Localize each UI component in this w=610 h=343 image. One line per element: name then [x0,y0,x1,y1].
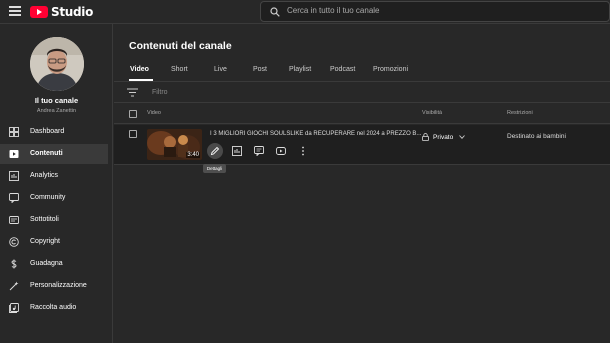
sidebar-item-label: Sottotitoli [30,216,59,223]
search-placeholder: Cerca in tutto il tuo canale [287,6,380,15]
sidebar-item-analytics[interactable]: Analytics [0,166,108,186]
youtube-icon[interactable] [276,146,286,156]
community-icon [9,193,19,203]
sidebar-item-label: Personalizzazione [30,282,87,289]
sidebar-item-sottotitoli[interactable]: Sottotitoli [0,210,108,230]
sidebar-item-community[interactable]: Community [0,188,108,208]
sidebar-item-label: Analytics [30,172,59,179]
visibility-value: Privato [433,133,454,141]
row-checkbox[interactable] [129,130,137,138]
audio-library-icon [9,303,19,313]
search-icon [270,7,280,17]
tab-video[interactable]: Video [130,66,149,73]
sidebar-item-label: Copyright [30,238,60,245]
visibility-dropdown[interactable]: Privato [422,133,466,141]
logo-text: Studio [51,5,94,19]
page-title: Contenuti del canale [129,40,232,52]
video-thumbnail[interactable]: 3:40 [147,129,202,160]
sidebar-item-label: Contenuti [30,150,63,157]
restrictions-value: Destinato ai bambini [507,133,566,140]
more-icon[interactable] [298,146,308,156]
sidebar-item-guadagna[interactable]: Guadagna [0,254,108,274]
sidebar: Il tuo canale Andrea Zanettin Dashboard … [0,24,113,343]
channel-owner: Andrea Zanettin [36,108,77,114]
filter-input[interactable]: Filtro [152,89,168,96]
video-title[interactable]: I 3 MIGLIORI GIOCHI SOULSLIKE da RECUPER… [210,131,421,137]
subtitles-icon [9,216,19,224]
select-all-checkbox[interactable] [129,110,137,118]
tab-short[interactable]: Short [171,66,188,73]
table-row[interactable]: 3:40 I 3 MIGLIORI GIOCHI SOULSLIKE da RE… [114,125,610,165]
main-content: Contenuti del canale Video Short Live Po… [114,24,610,343]
sidebar-item-label: Raccolta audio [30,304,77,311]
copyright-icon [9,237,19,247]
top-bar: Studio Cerca in tutto il tuo canale [0,0,610,24]
avatar[interactable] [30,37,84,91]
comments-icon[interactable] [254,146,264,156]
lock-icon [422,133,429,141]
pencil-icon [210,146,220,156]
filter-icon [127,88,138,97]
tab-playlist[interactable]: Playlist [289,66,311,73]
filter-bar[interactable]: Filtro [114,82,610,103]
sidebar-item-label: Guadagna [30,260,63,267]
tab-post[interactable]: Post [253,66,267,73]
channel-name: Il tuo canale [34,96,79,105]
magic-wand-icon [9,281,19,291]
column-header-video[interactable]: Video [147,110,161,116]
sidebar-item-dashboard[interactable]: Dashboard [0,122,108,142]
details-button[interactable] [207,143,223,159]
details-tooltip: Dettagli [203,164,226,173]
sidebar-item-copyright[interactable]: Copyright [0,232,108,252]
sidebar-item-label: Dashboard [30,128,65,135]
content-icon [9,150,19,158]
search-input[interactable]: Cerca in tutto il tuo canale [260,1,610,22]
chevron-down-icon [459,135,466,139]
tab-promozioni[interactable]: Promozioni [373,66,408,73]
dashboard-icon [9,127,19,137]
youtube-logo-icon [30,6,48,18]
video-duration: 3:40 [186,152,200,158]
hamburger-menu-icon[interactable] [9,6,21,18]
analytics-icon[interactable] [232,146,242,156]
sidebar-item-personalizzazione[interactable]: Personalizzazione [0,276,108,296]
tab-live[interactable]: Live [214,66,227,73]
studio-logo[interactable]: Studio [30,4,93,20]
sidebar-item-contenuti[interactable]: Contenuti [0,144,108,164]
column-header-restrictions[interactable]: Restrizioni [507,110,533,116]
table-header: Video Visibilità Restrizioni [114,104,610,124]
sidebar-item-label: Community [30,194,66,201]
column-header-visibility[interactable]: Visibilità [422,110,442,116]
tab-podcast[interactable]: Podcast [330,66,355,73]
sidebar-item-raccolta-audio[interactable]: Raccolta audio [0,298,108,318]
dollar-icon [11,259,17,269]
analytics-icon [9,171,19,181]
